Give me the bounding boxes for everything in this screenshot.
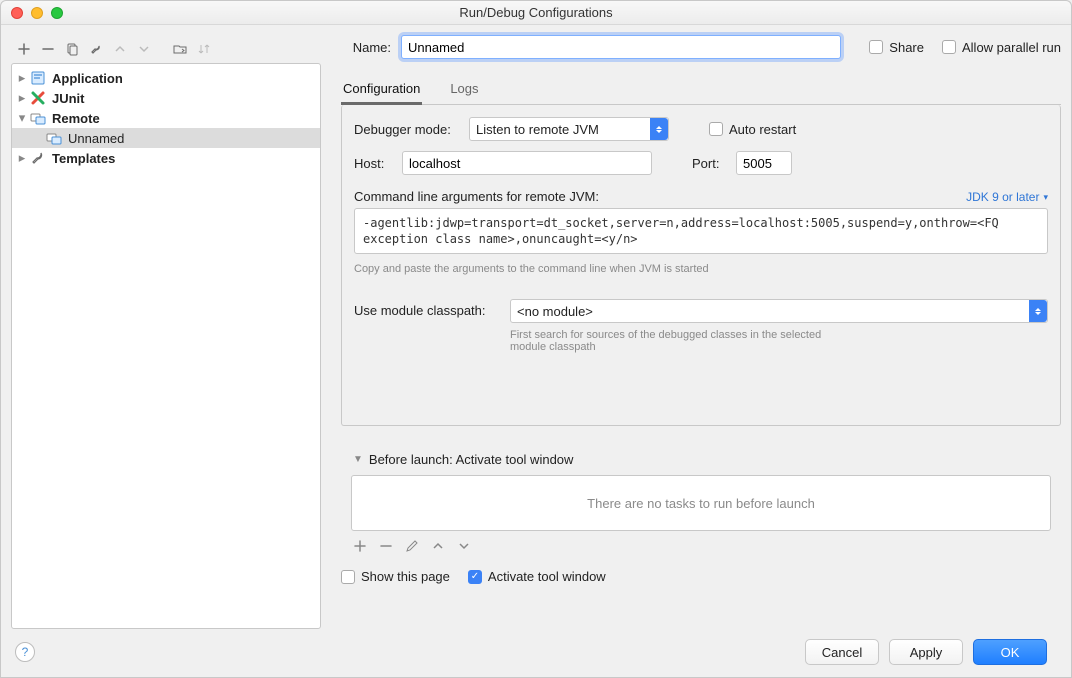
move-down-icon[interactable] bbox=[135, 40, 153, 58]
name-input[interactable] bbox=[401, 35, 841, 59]
before-launch-title: Before launch: Activate tool window bbox=[369, 452, 574, 467]
tree-node-remote[interactable]: ▾ Remote bbox=[12, 108, 320, 128]
move-task-down-icon[interactable] bbox=[455, 537, 473, 555]
cancel-button[interactable]: Cancel bbox=[805, 639, 879, 665]
auto-restart-checkbox[interactable]: Auto restart bbox=[709, 122, 796, 137]
tree-label: Remote bbox=[52, 111, 100, 126]
chevron-right-icon: ▸ bbox=[16, 70, 28, 86]
tree-label: Application bbox=[52, 71, 123, 86]
activate-tool-window-checkbox[interactable]: ✓ Activate tool window bbox=[468, 569, 606, 584]
host-input[interactable] bbox=[402, 151, 652, 175]
tree-label: Templates bbox=[52, 151, 115, 166]
module-classpath-value: <no module> bbox=[517, 304, 593, 319]
jdk-version-dropdown[interactable]: JDK 9 or later ▾ bbox=[966, 190, 1048, 204]
remote-config-icon bbox=[46, 130, 62, 146]
activate-tool-window-label: Activate tool window bbox=[488, 569, 606, 584]
move-task-up-icon[interactable] bbox=[429, 537, 447, 555]
chevron-updown-icon bbox=[1029, 300, 1047, 322]
cmdline-textarea[interactable] bbox=[354, 208, 1048, 254]
module-classpath-select[interactable]: <no module> bbox=[510, 299, 1048, 323]
host-label: Host: bbox=[354, 156, 392, 171]
jdk-label: JDK 9 or later bbox=[966, 190, 1039, 204]
show-this-page-checkbox[interactable]: Show this page bbox=[341, 569, 450, 584]
tab-configuration[interactable]: Configuration bbox=[341, 75, 422, 105]
templates-icon bbox=[30, 150, 46, 166]
remote-icon bbox=[30, 110, 46, 126]
tree-node-unnamed[interactable]: Unnamed bbox=[12, 128, 320, 148]
tree-node-templates[interactable]: ▸ Templates bbox=[12, 148, 320, 168]
parallel-label: Allow parallel run bbox=[962, 40, 1061, 55]
before-launch-task-list[interactable]: There are no tasks to run before launch bbox=[351, 475, 1051, 531]
remove-config-icon[interactable] bbox=[39, 40, 57, 58]
close-window-button[interactable] bbox=[11, 7, 23, 19]
ok-button[interactable]: OK bbox=[973, 639, 1047, 665]
debugger-mode-value: Listen to remote JVM bbox=[476, 122, 599, 137]
debugger-mode-label: Debugger mode: bbox=[354, 122, 459, 137]
chevron-right-icon: ▸ bbox=[16, 90, 28, 106]
module-classpath-label: Use module classpath: bbox=[354, 299, 500, 318]
port-input[interactable] bbox=[736, 151, 792, 175]
help-button[interactable]: ? bbox=[15, 642, 35, 662]
tree-node-junit[interactable]: ▸ JUnit bbox=[12, 88, 320, 108]
cmdline-hint: Copy and paste the arguments to the comm… bbox=[354, 263, 1048, 275]
port-label: Port: bbox=[692, 156, 726, 171]
minimize-window-button[interactable] bbox=[31, 7, 43, 19]
tree-label: JUnit bbox=[52, 91, 85, 106]
tree-node-application[interactable]: ▸ Application bbox=[12, 68, 320, 88]
name-label: Name: bbox=[341, 40, 391, 55]
window-title: Run/Debug Configurations bbox=[1, 5, 1071, 20]
debugger-mode-select[interactable]: Listen to remote JVM bbox=[469, 117, 669, 141]
move-up-icon[interactable] bbox=[111, 40, 129, 58]
chevron-down-icon: ▾ bbox=[1043, 192, 1048, 203]
copy-config-icon[interactable] bbox=[63, 40, 81, 58]
remove-task-icon[interactable] bbox=[377, 537, 395, 555]
auto-restart-label: Auto restart bbox=[729, 122, 796, 137]
chevron-right-icon: ▸ bbox=[16, 150, 28, 166]
chevron-down-icon: ▾ bbox=[16, 110, 28, 126]
config-list-toolbar bbox=[11, 35, 321, 63]
before-launch-toolbar bbox=[341, 531, 1061, 563]
apply-button[interactable]: Apply bbox=[889, 639, 963, 665]
zoom-window-button[interactable] bbox=[51, 7, 63, 19]
cmdline-label: Command line arguments for remote JVM: bbox=[354, 189, 599, 204]
share-label: Share bbox=[889, 40, 924, 55]
folder-move-icon[interactable] bbox=[171, 40, 189, 58]
junit-icon bbox=[30, 90, 46, 106]
wrench-icon[interactable] bbox=[87, 40, 105, 58]
edit-task-icon[interactable] bbox=[403, 537, 421, 555]
tab-bar: Configuration Logs bbox=[341, 75, 1061, 105]
add-task-icon[interactable] bbox=[351, 537, 369, 555]
module-hint-1: First search for sources of the debugged… bbox=[510, 329, 1048, 341]
titlebar: Run/Debug Configurations bbox=[1, 1, 1071, 25]
chevron-updown-icon bbox=[650, 118, 668, 140]
add-config-icon[interactable] bbox=[15, 40, 33, 58]
allow-parallel-checkbox[interactable]: Allow parallel run bbox=[942, 40, 1061, 55]
config-tree[interactable]: ▸ Application ▸ JUnit ▾ bbox=[11, 63, 321, 629]
application-icon bbox=[30, 70, 46, 86]
chevron-down-icon: ▼ bbox=[353, 454, 363, 465]
module-hint-2: module classpath bbox=[510, 341, 1048, 353]
tree-label: Unnamed bbox=[68, 131, 124, 146]
before-launch-empty-text: There are no tasks to run before launch bbox=[587, 496, 815, 511]
before-launch-header[interactable]: ▼ Before launch: Activate tool window bbox=[341, 444, 1061, 467]
tab-logs[interactable]: Logs bbox=[448, 75, 480, 104]
sort-icon[interactable] bbox=[195, 40, 213, 58]
show-this-page-label: Show this page bbox=[361, 569, 450, 584]
share-checkbox[interactable]: Share bbox=[869, 40, 924, 55]
